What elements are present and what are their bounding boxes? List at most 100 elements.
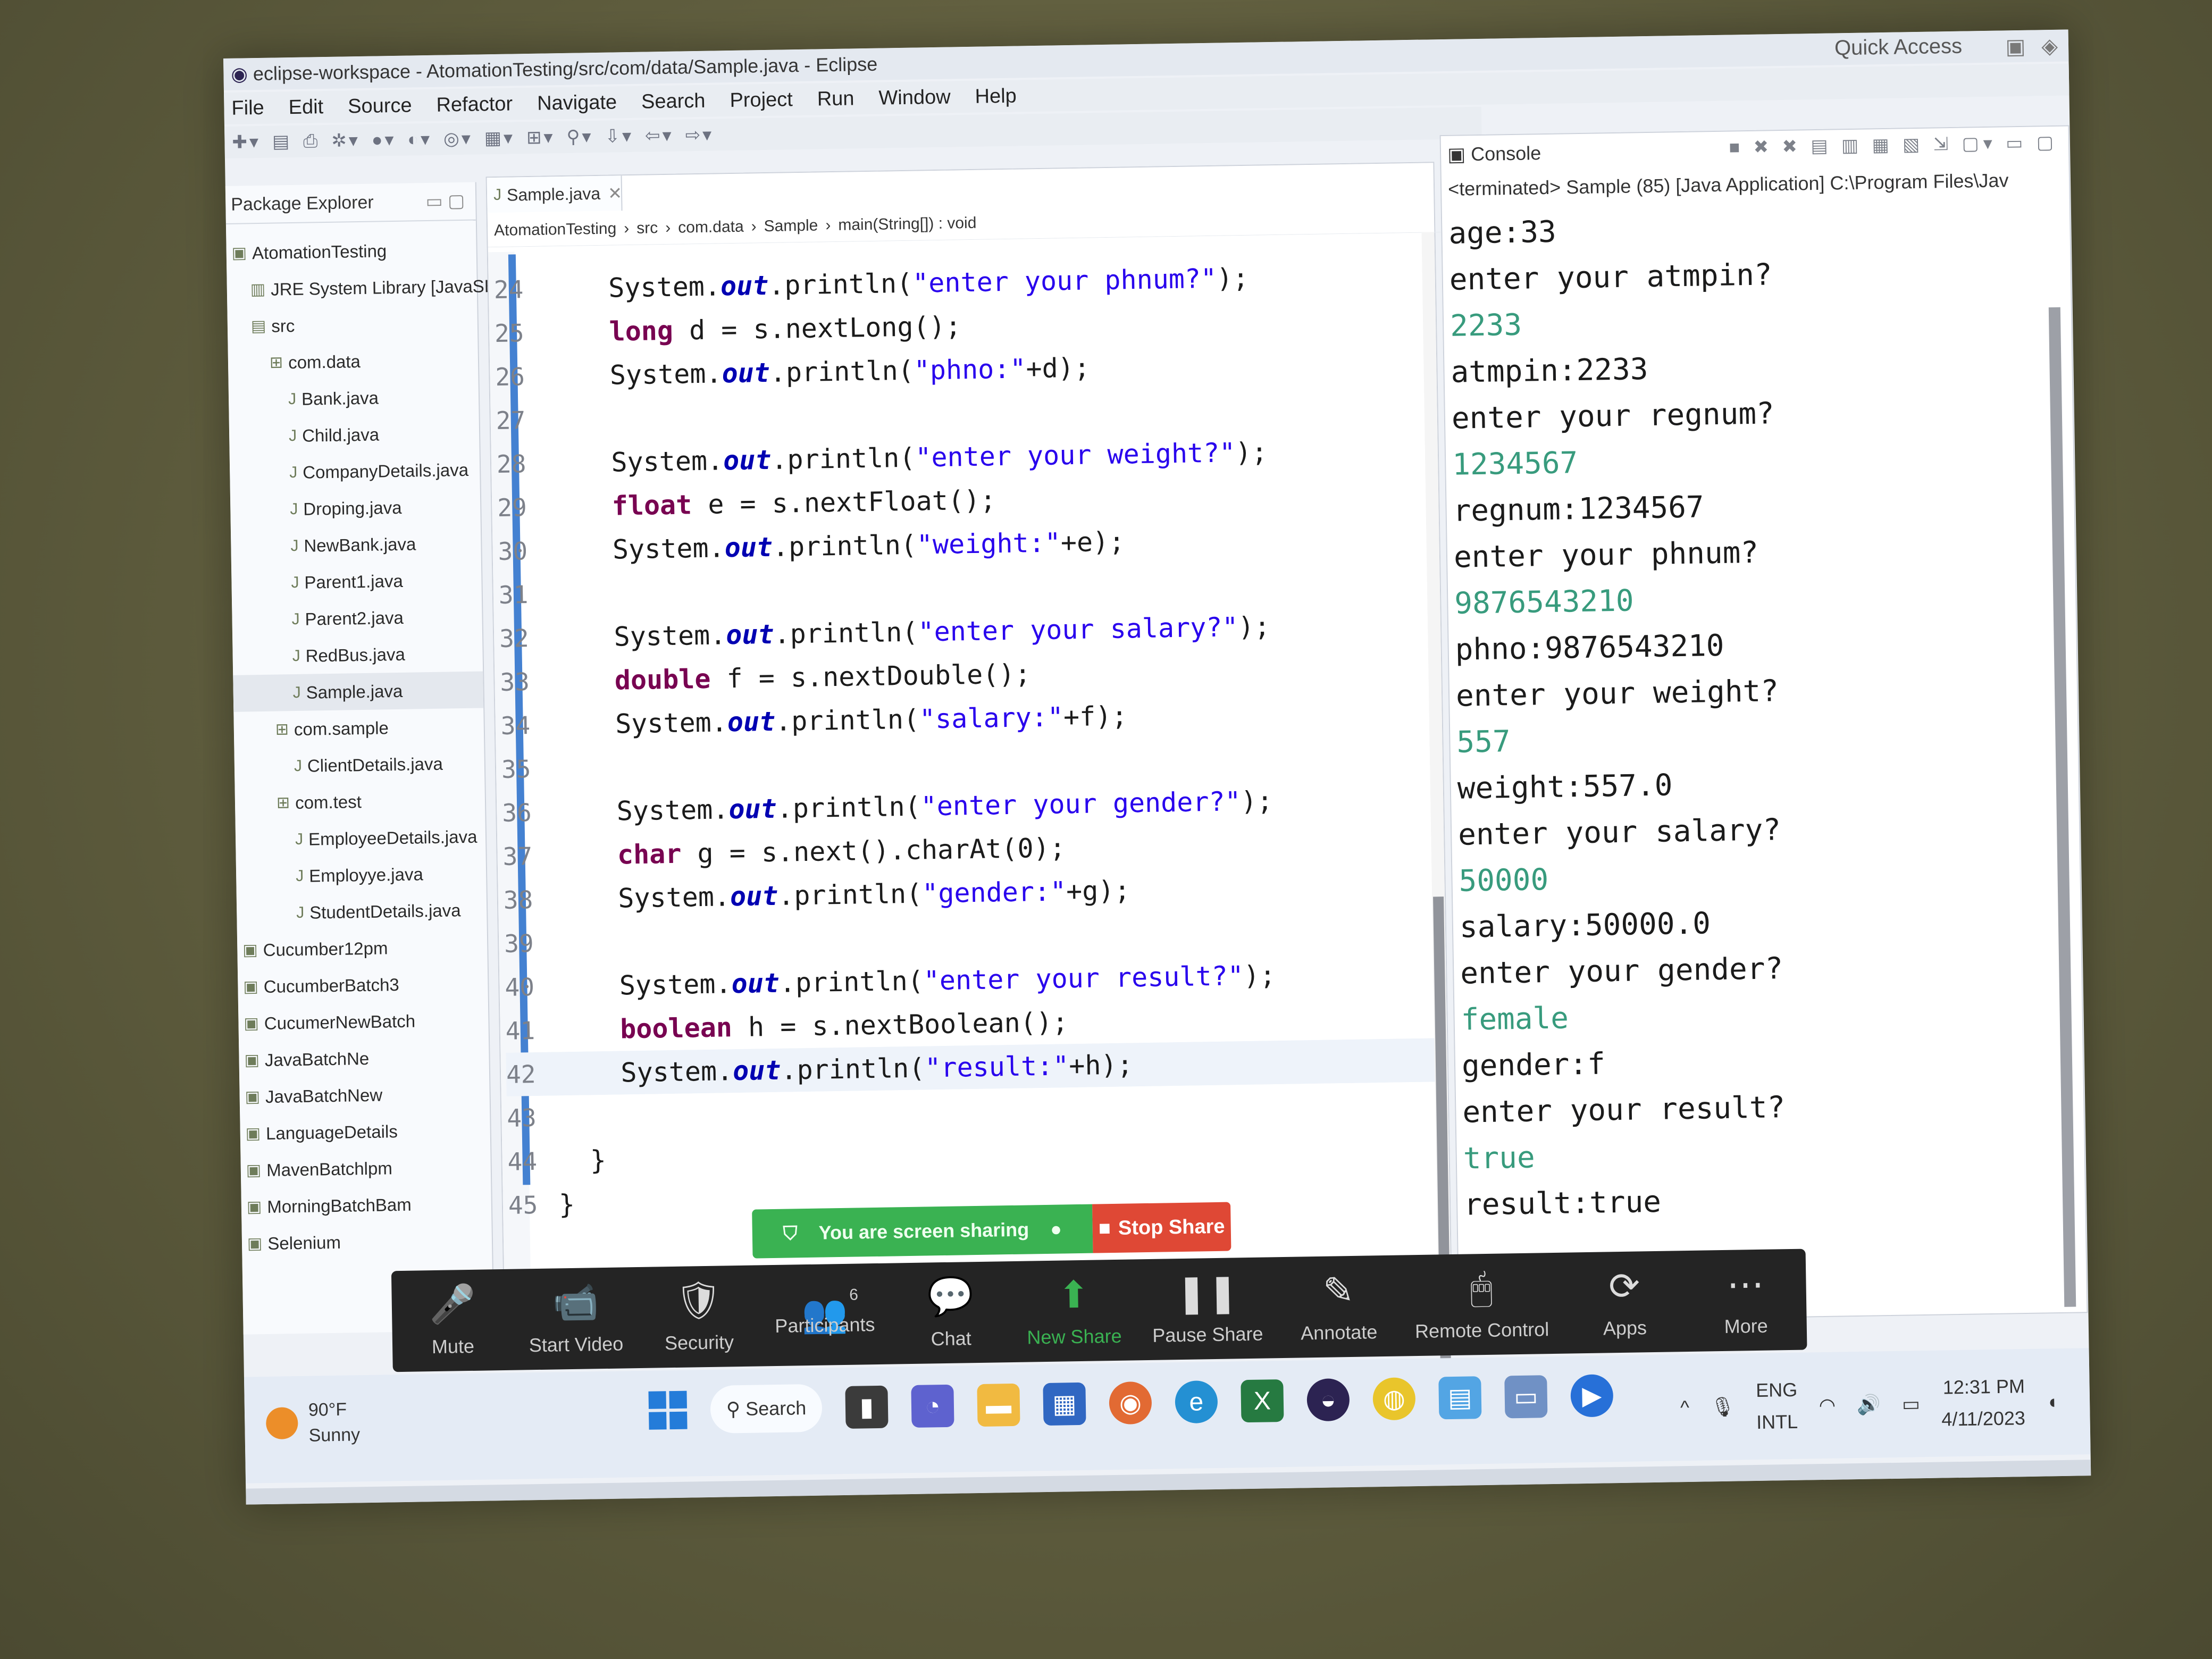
tree-item[interactable]: ▣ JavaBatchNew: [239, 1075, 490, 1115]
tree-item[interactable]: J EmployeeDetails.java: [236, 818, 486, 858]
new-icon[interactable]: ✚▾: [232, 131, 261, 153]
tree-item[interactable]: ⊞ com.sample: [233, 708, 484, 748]
perspective-icon[interactable]: ▣: [2005, 35, 2026, 60]
package-explorer-title[interactable]: Package Explorer: [231, 192, 374, 215]
battery-icon[interactable]: ▭: [1902, 1393, 1921, 1415]
tree-item[interactable]: J Employye.java: [236, 854, 487, 895]
forward-icon[interactable]: ⇨▾: [685, 124, 714, 146]
code-area[interactable]: 24 System. out .println("enter your phnum?…: [493, 253, 1449, 1227]
store-icon[interactable]: ▦: [1043, 1382, 1086, 1426]
tree-item[interactable]: ▣ LanguageDetails: [240, 1111, 490, 1152]
taskbar-search[interactable]: ⚲ Search: [710, 1384, 823, 1434]
breadcrumb-item[interactable]: Sample: [764, 216, 818, 236]
more-button[interactable]: ⋯ More: [1700, 1262, 1791, 1338]
tree-item[interactable]: J Child.java: [229, 415, 480, 455]
participants-button[interactable]: 👥 6 Participants: [774, 1286, 875, 1337]
menu-item-source[interactable]: Source: [348, 94, 412, 118]
external-tools-icon[interactable]: ◎▾: [443, 128, 473, 150]
tree-item[interactable]: ▣ Cucumber12pm: [237, 928, 488, 968]
tree-item[interactable]: ▣ AtomationTesting: [226, 231, 476, 272]
info-icon[interactable]: ●: [1050, 1218, 1062, 1241]
print-icon[interactable]: ⎙: [303, 131, 320, 152]
search-toolbar-icon[interactable]: ⚲▾: [566, 126, 593, 148]
tree-item[interactable]: ▣ MorningBatchBam: [241, 1185, 491, 1225]
tree-item[interactable]: J Bank.java: [229, 378, 479, 418]
task-view-icon[interactable]: ▮: [845, 1385, 889, 1429]
menu-item-window[interactable]: Window: [878, 86, 951, 110]
tree-item[interactable]: ▤ src: [227, 305, 477, 345]
menu-item-file[interactable]: File: [231, 96, 264, 120]
clock[interactable]: 12:31 PM 4/11/2023: [1941, 1370, 2025, 1435]
breadcrumb-item[interactable]: src: [636, 219, 658, 238]
breadcrumb-item[interactable]: AtomationTesting: [494, 220, 617, 240]
remote-control-button[interactable]: 🖱 Remote Control: [1414, 1266, 1549, 1343]
annotate-button[interactable]: ✎ Annotate: [1293, 1269, 1384, 1345]
eclipse-icon[interactable]: ◒: [1306, 1378, 1350, 1422]
tree-item[interactable]: J Parent2.java: [232, 598, 482, 638]
security-button[interactable]: 🛡 Security: [653, 1279, 744, 1355]
quick-access-field[interactable]: Quick Access: [1834, 35, 1963, 61]
editor-tab-sample[interactable]: J Sample.java ✕: [487, 175, 623, 213]
weather-widget[interactable]: 90°F Sunny: [265, 1396, 361, 1449]
tree-item[interactable]: ▣ CucumberBatch3: [238, 965, 488, 1005]
tree-item[interactable]: J Parent1.java: [231, 562, 482, 602]
minimize-icon[interactable]: ▭ ▢: [425, 190, 465, 212]
console-toolbar-icons[interactable]: ■ ✖ ✖ ▤ ▥ ▦ ▧ ⇲ ▢▾ ▭ ▢: [1729, 132, 2058, 158]
teams-chat-icon[interactable]: ◔: [911, 1384, 954, 1428]
menu-item-run[interactable]: Run: [817, 87, 854, 111]
breadcrumb-item[interactable]: com.data: [678, 218, 744, 237]
volume-icon[interactable]: 🔊: [1857, 1393, 1881, 1416]
menu-item-help[interactable]: Help: [975, 85, 1017, 108]
next-annotation-icon[interactable]: ⇩▾: [605, 125, 633, 147]
tree-item[interactable]: ▣ MavenBatchlpm: [240, 1148, 491, 1188]
edge-icon[interactable]: e: [1175, 1380, 1218, 1424]
close-icon[interactable]: ✕: [608, 183, 622, 203]
tree-item[interactable]: ▣ Selenium: [241, 1221, 492, 1262]
run-icon[interactable]: ●▾: [372, 129, 396, 151]
tree-item[interactable]: ▣ CucumerNewBatch: [238, 1001, 489, 1042]
breadcrumb-item[interactable]: main(String[]) : void: [838, 214, 977, 234]
stop-share-button[interactable]: ■ Stop Share: [1092, 1202, 1231, 1253]
file-explorer-icon[interactable]: ▬: [977, 1383, 1020, 1427]
tree-item[interactable]: ⊞ com.test: [234, 781, 485, 822]
tree-item[interactable]: J CompanyDetails.java: [230, 451, 480, 492]
new-java-project-icon[interactable]: ▦▾: [484, 127, 515, 149]
tree-item[interactable]: J NewBank.java: [231, 525, 481, 565]
microphone-tray-icon[interactable]: 🎙: [1711, 1396, 1735, 1419]
windows-start-icon[interactable]: [648, 1390, 688, 1430]
save-icon[interactable]: ▤: [272, 131, 292, 153]
menu-item-navigate[interactable]: Navigate: [537, 91, 617, 115]
tree-item[interactable]: ▣ JavaBatchNe: [239, 1038, 489, 1078]
mute-button[interactable]: 🎤 Mute: [407, 1283, 498, 1359]
remote-desktop-icon[interactable]: ▭: [1504, 1375, 1548, 1419]
tree-item[interactable]: J Sample.java: [233, 671, 484, 712]
menu-item-refactor[interactable]: Refactor: [436, 93, 513, 116]
notepad-icon[interactable]: ▤: [1438, 1376, 1482, 1420]
start-video-button[interactable]: 📹 Start Video: [528, 1280, 624, 1356]
coverage-icon[interactable]: ◐▾: [407, 129, 432, 150]
menu-item-search[interactable]: Search: [641, 89, 706, 113]
pause-share-button[interactable]: ❚❚ Pause Share: [1151, 1271, 1263, 1347]
new-share-button[interactable]: ⬆ New Share: [1026, 1273, 1122, 1349]
chat-button[interactable]: 💬 Chat: [905, 1275, 996, 1351]
firefox-icon[interactable]: ◉: [1109, 1381, 1152, 1425]
menu-item-edit[interactable]: Edit: [288, 96, 323, 119]
apps-button[interactable]: ⟳ Apps: [1579, 1264, 1670, 1340]
back-icon[interactable]: ⇦▾: [645, 125, 674, 147]
menu-item-project[interactable]: Project: [730, 88, 793, 112]
tree-item[interactable]: J RedBus.java: [232, 634, 483, 675]
language-indicator[interactable]: ENG INTL: [1756, 1374, 1798, 1438]
notification-icon[interactable]: ◖: [2046, 1390, 2058, 1413]
wifi-icon[interactable]: ◠: [1819, 1394, 1836, 1417]
tree-item[interactable]: ⊞ com.data: [228, 341, 478, 382]
tree-item[interactable]: ▥ JRE System Library [JavaSE-1: [227, 268, 512, 308]
tree-item[interactable]: J Droping.java: [230, 488, 481, 529]
zoom-icon[interactable]: ▶: [1570, 1374, 1614, 1418]
chevron-up-icon[interactable]: ^: [1680, 1396, 1690, 1419]
console-title[interactable]: Console: [1471, 142, 1541, 165]
excel-icon[interactable]: X: [1241, 1379, 1284, 1423]
debug-perspective-icon[interactable]: ◈: [2041, 34, 2058, 58]
debug-icon[interactable]: ✲▾: [331, 130, 360, 152]
open-type-icon[interactable]: ⊞▾: [526, 127, 555, 148]
tree-item[interactable]: J ClientDetails.java: [234, 744, 484, 785]
